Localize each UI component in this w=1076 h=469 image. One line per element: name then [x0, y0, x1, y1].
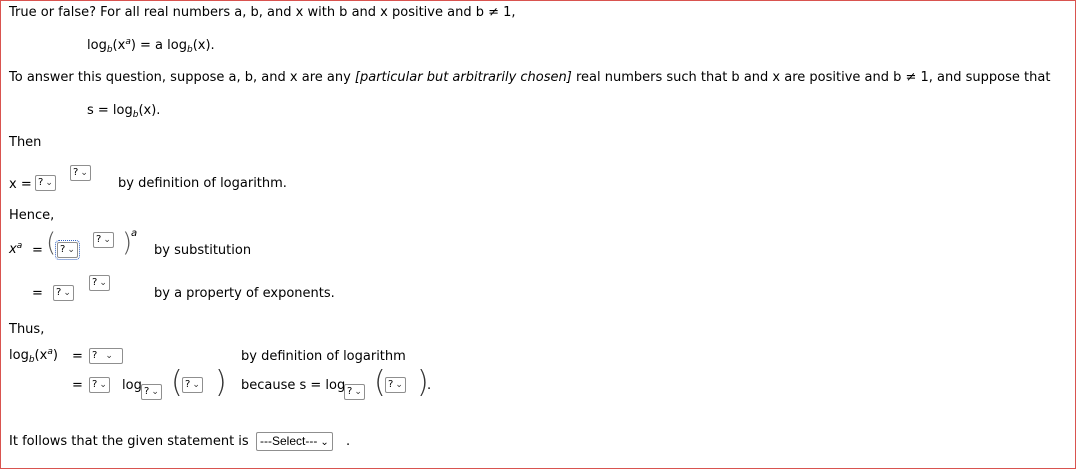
equals-sign-1: = — [32, 243, 43, 258]
true-false-select[interactable]: ---Select--- ⌄ — [256, 432, 333, 451]
right-paren: ) — [215, 365, 227, 400]
chevron-down-icon: ⌄ — [192, 380, 200, 390]
log-argument-dropdown[interactable]: ? ⌄ — [182, 377, 203, 393]
chevron-down-icon: ⌄ — [320, 437, 329, 448]
chevron-down-icon: ⌄ — [354, 387, 362, 397]
chevron-down-icon: ⌄ — [99, 380, 107, 390]
subst-inner-exponent-dropdown[interactable]: ? ⌄ — [93, 232, 114, 248]
left-paren: ( — [46, 228, 57, 258]
log-base-dropdown[interactable]: ? ⌄ — [141, 384, 162, 400]
subst-base-dropdown[interactable]: ? ⌄ — [55, 240, 80, 260]
conclusion-period: . — [346, 434, 351, 449]
x-to-a-lhs: xa — [9, 241, 23, 258]
setup-text: To answer this question, suppose a, b, a… — [9, 70, 1051, 85]
left-paren: ( — [374, 365, 386, 400]
equals-sign-4: = — [72, 378, 83, 393]
because-argument-dropdown[interactable]: ? ⌄ — [385, 377, 406, 393]
because-text: because s = log — [241, 378, 346, 393]
x-equals-label: x = — [9, 177, 32, 192]
log-value-dropdown[interactable]: ? ⌄ — [89, 348, 123, 364]
statement-formula: logb(xa) = a logb(x). — [87, 37, 215, 55]
chevron-down-icon: ⌄ — [63, 288, 71, 298]
coefficient-dropdown[interactable]: ? ⌄ — [89, 377, 110, 393]
hence-label: Hence, — [9, 208, 55, 223]
by-definition-text: by definition of logarithm. — [118, 176, 287, 191]
by-property-text: by a property of exponents. — [154, 286, 335, 301]
chevron-down-icon: ⌄ — [80, 168, 88, 178]
conclusion-text: It follows that the given statement is — [9, 434, 249, 449]
log-word: log — [122, 378, 142, 393]
exponent-product-dropdown[interactable]: ? ⌄ — [89, 275, 110, 291]
outer-exponent-a: a — [131, 228, 138, 239]
by-definition-text-2: by definition of logarithm — [241, 349, 406, 364]
equals-sign-2: = — [32, 286, 43, 301]
log-lhs: logb(xa) — [9, 347, 58, 365]
chevron-down-icon: ⌄ — [151, 387, 159, 397]
chevron-down-icon: ⌄ — [99, 278, 107, 288]
by-substitution-text: by substitution — [154, 243, 252, 258]
period: . — [427, 378, 432, 393]
chevron-down-icon: ⌄ — [67, 245, 75, 255]
equals-sign-3: = — [72, 349, 83, 364]
because-base-dropdown[interactable]: ? ⌄ — [344, 384, 365, 400]
chevron-down-icon: ⌄ — [45, 178, 53, 188]
chevron-down-icon: ⌄ — [395, 380, 403, 390]
x-base-dropdown[interactable]: ? ⌄ — [35, 175, 56, 191]
left-paren: ( — [171, 365, 183, 400]
thus-label: Thus, — [9, 322, 45, 337]
chevron-down-icon: ⌄ — [103, 235, 111, 245]
s-definition: s = logb(x). — [87, 103, 161, 120]
chevron-down-icon: ⌄ — [105, 351, 113, 361]
then-label: Then — [9, 135, 42, 150]
intro-text: True or false? For all real numbers a, b… — [9, 5, 516, 20]
x-exponent-dropdown[interactable]: ? ⌄ — [70, 165, 91, 181]
exponent-base-dropdown[interactable]: ? ⌄ — [53, 285, 74, 301]
question-frame: True or false? For all real numbers a, b… — [0, 0, 1076, 469]
